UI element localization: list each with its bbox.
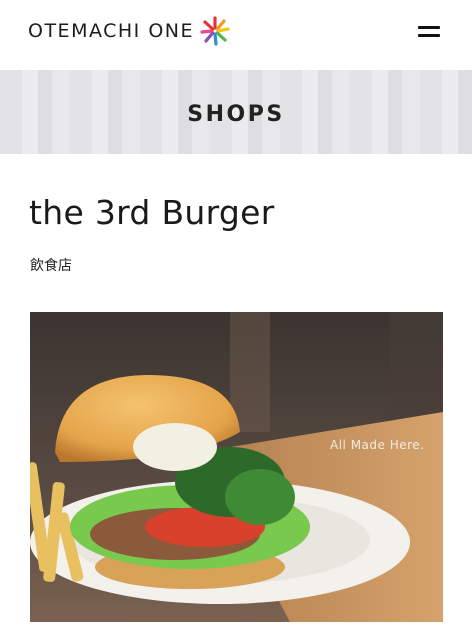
- site-logo[interactable]: OTEMACHI ONE: [28, 16, 230, 46]
- shop-name: the 3rd Burger: [29, 193, 275, 232]
- menu-line: [418, 26, 440, 29]
- section-banner: SHOPS: [0, 70, 472, 154]
- shop-category: 飲食店: [30, 258, 72, 274]
- menu-line: [418, 34, 440, 37]
- site-header: OTEMACHI ONE: [0, 0, 472, 70]
- section-title: SHOPS: [187, 102, 285, 127]
- photo-caption: All Made Here.: [330, 438, 425, 452]
- burger-photo-image: [30, 312, 443, 622]
- pinwheel-icon: [200, 16, 230, 46]
- hamburger-menu-icon[interactable]: [412, 18, 444, 46]
- shop-photo: [30, 312, 443, 622]
- logo-text: OTEMACHI ONE: [28, 20, 194, 42]
